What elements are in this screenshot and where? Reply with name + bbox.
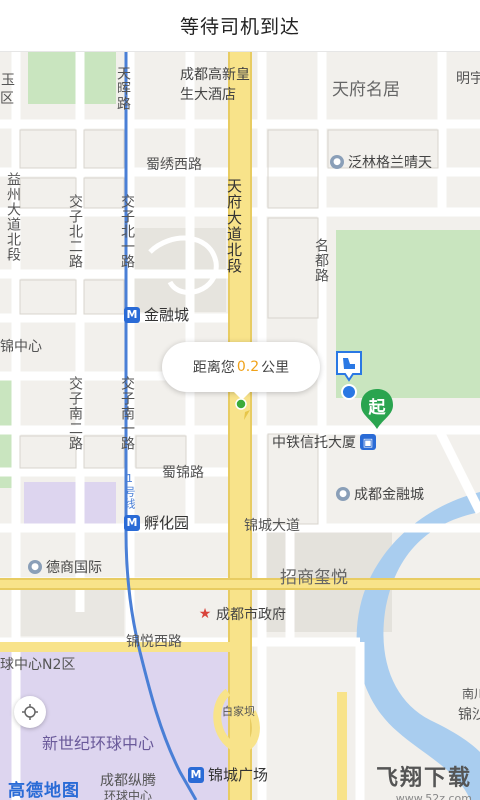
road-label-shuxiu-west: 蜀绣西路: [146, 157, 202, 173]
poi-city-gov[interactable]: ★ 成都市政府: [198, 604, 286, 624]
area-label-tianfu-mingju: 天府名居: [332, 80, 400, 100]
distance-prefix: 距离您: [192, 360, 235, 376]
distance-value: 0.2: [236, 359, 260, 375]
station-jinchengguangchang[interactable]: M 锦城广场: [188, 764, 268, 785]
start-pin[interactable]: 起: [359, 387, 395, 431]
poi-center-n2: 球中心N2区: [0, 657, 76, 673]
poi-baijiaba: 白家坝: [222, 705, 255, 718]
purple-block: [24, 482, 116, 526]
page-title: 等待司机到达: [179, 16, 300, 38]
poi-marker-icon: ●: [336, 487, 350, 501]
poi-marker-icon: ●: [28, 560, 42, 574]
area-label-zhaoshang-xiyue: 招商玺悦: [280, 568, 348, 588]
poi-label-line2: 生大酒店: [180, 87, 236, 103]
poi-deshang[interactable]: ● 德商国际: [28, 557, 102, 577]
poi-jinxiu-zhongxin: 锦中心: [0, 339, 42, 355]
poi-jincheng-zongteng-b: 环球中心: [104, 789, 153, 800]
poi-mingyu: 明宇: [456, 71, 480, 87]
road-label-jinyue-west: 锦悦西路: [126, 634, 182, 650]
distance-unit: 公里: [261, 360, 290, 376]
road-label-mingdu: 名都路: [313, 238, 329, 283]
poi-fanlin[interactable]: ● 泛林格兰晴天: [330, 152, 432, 172]
metro-icon: M: [124, 306, 140, 323]
building-icon: ▣: [360, 434, 376, 450]
edge-label-qu: 区: [0, 91, 14, 107]
start-pin-label: 起: [368, 398, 386, 418]
watermark: 飞翔下载 www.52z.com: [376, 760, 472, 800]
amap-logo: 高德地图: [8, 781, 80, 800]
poi-nan: 南川: [462, 687, 480, 701]
road-label-tianxiang: 天晖路: [115, 66, 131, 111]
poi-marker-icon: ●: [330, 155, 344, 169]
road-label-jiaozi-north: 交子北一路: [119, 194, 135, 269]
road-label-shujin: 蜀锦路: [162, 465, 204, 481]
locate-me-button[interactable]: [14, 696, 46, 728]
station-fuhuayuan[interactable]: M 孵化园: [124, 512, 189, 533]
star-icon: ★: [198, 606, 212, 622]
poi-zhongtie[interactable]: 中铁信托大厦 ▣: [272, 432, 376, 452]
station-jinrongcheng[interactable]: M 金融城: [124, 304, 189, 325]
road-label-jiaozi-north-2: 交子北二路: [67, 194, 83, 269]
road-label-jiaozi-south-2: 交子南二路: [67, 376, 83, 451]
road-label-tianfu-north: 天府大道北段: [225, 178, 243, 274]
watermark-name: 飞翔下载: [375, 766, 472, 791]
crosshair-icon: [22, 704, 38, 720]
poi-chengdu-hotel[interactable]: 成都高新皇 生大酒店: [180, 64, 250, 104]
user-location-icon: [235, 398, 250, 420]
edge-label-yu: 玉: [0, 72, 15, 87]
road-label-jincheng: 锦城大道: [244, 518, 300, 534]
watermark-url: www.52z.com: [395, 792, 472, 800]
metro-icon: M: [188, 766, 204, 783]
poi-label-line1: 成都高新皇: [180, 67, 250, 83]
top-bar: 等待司机到达: [0, 0, 480, 52]
area-label-xinshiji: 新世纪环球中心: [42, 734, 155, 753]
distance-bubble: 距离您 0.2 公里: [162, 342, 320, 400]
metro-icon: M: [124, 514, 140, 531]
map-view[interactable]: 天府名居 招商玺悦 新世纪环球中心 天府大道北段 天晖路 益州大道北段 交子北二…: [0, 52, 480, 800]
poi-chengdu-jinrong[interactable]: ● 成都金融城: [336, 484, 424, 504]
road-label-jiaozi-south: 交子南一路: [119, 376, 135, 451]
metro-line-label: 1号线: [123, 472, 136, 510]
poi-jincheng-zongteng: 成都纵腾: [100, 773, 156, 789]
road-label-yizhou-north: 益州大道北段: [5, 172, 21, 262]
poi-xian-jin: 锦沙: [458, 707, 480, 723]
